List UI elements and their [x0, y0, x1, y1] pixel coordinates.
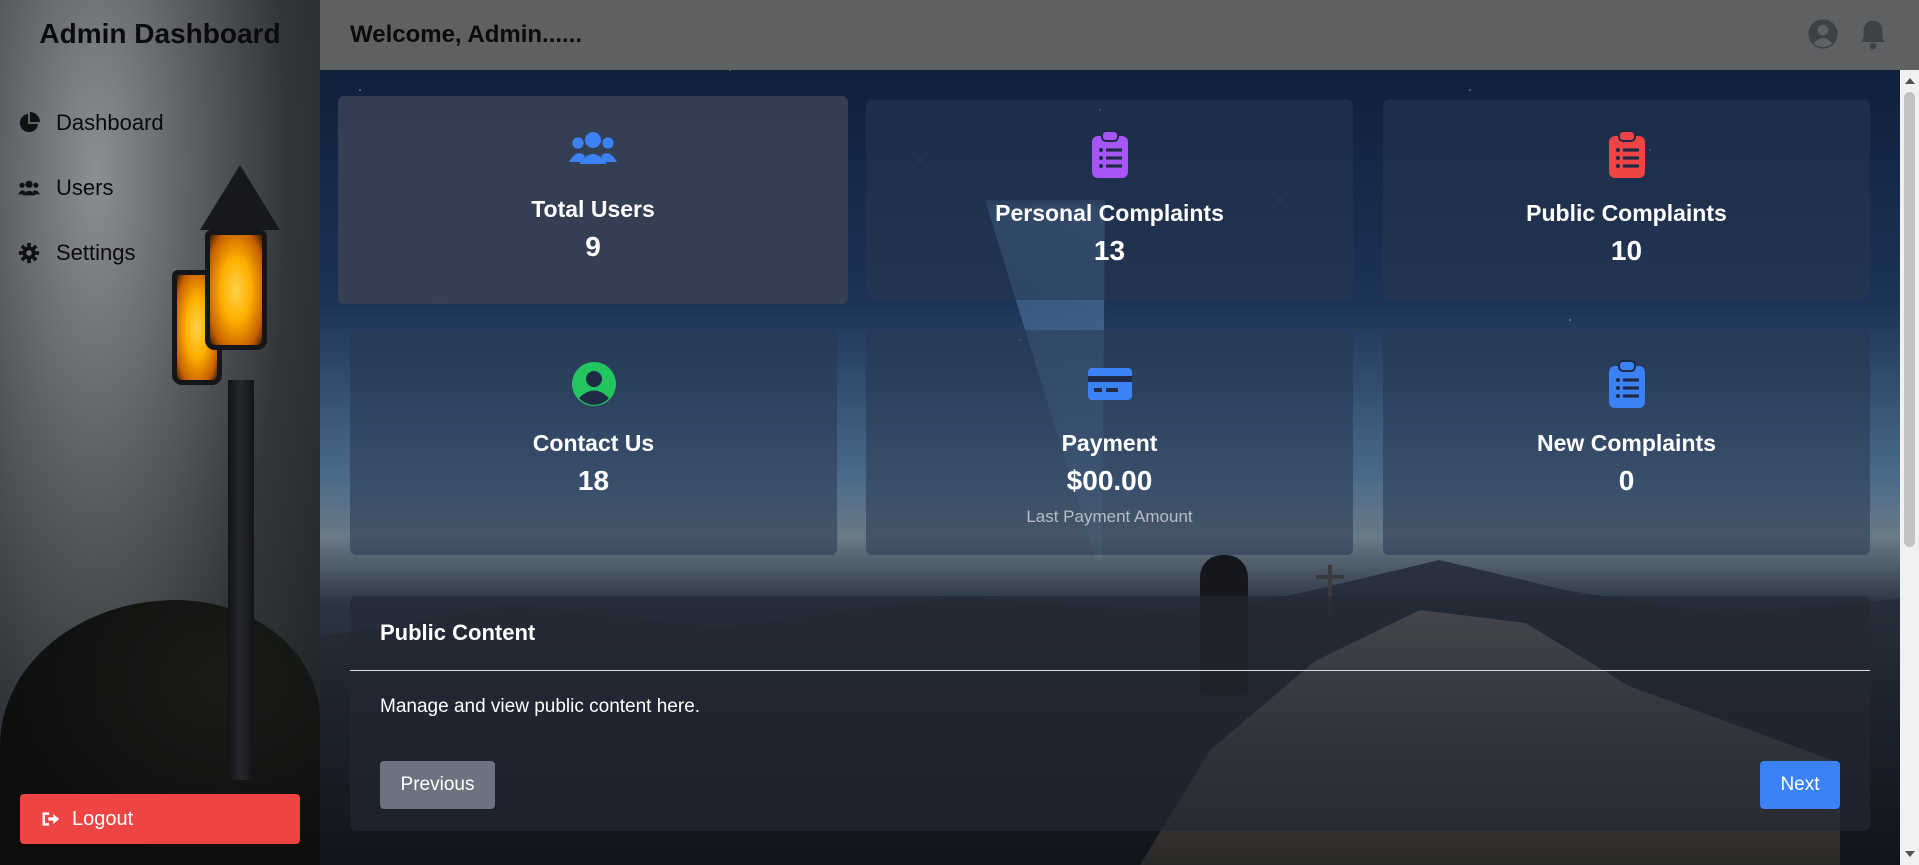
users-icon [18, 180, 40, 195]
top-header: Welcome, Admin...... [320, 0, 1919, 70]
card-value: 9 [585, 231, 601, 262]
clipboard-list-icon [1091, 130, 1128, 178]
card-value: 18 [577, 465, 610, 496]
sidebar-nav: Dashboard Users Settings [18, 90, 164, 285]
sidebar-item-dashboard[interactable]: Dashboard [18, 90, 164, 155]
panel-title: Public Content [380, 620, 536, 645]
scroll-up-arrow-icon[interactable] [1905, 78, 1915, 84]
sidebar-background-lamp-post [228, 380, 254, 780]
stat-card-contact-us[interactable]: Contact Us 18 [350, 330, 837, 555]
stat-card-personal-complaints[interactable]: Personal Complaints 13 [866, 100, 1353, 300]
scroll-down-arrow-icon[interactable] [1905, 851, 1915, 857]
credit-card-icon [1087, 368, 1132, 400]
clipboard-list-icon [1608, 360, 1645, 408]
sidebar-background-lamp-top [200, 165, 280, 230]
panel-description: Manage and view public content here. [380, 696, 701, 717]
card-value: $00.00 [1066, 465, 1153, 496]
card-title: Personal Complaints [995, 200, 1224, 226]
card-subtitle: Last Payment Amount [1026, 507, 1193, 526]
bell-icon[interactable] [1857, 18, 1889, 50]
sidebar-title: Admin Dashboard [39, 18, 281, 49]
public-content-panel: Public Content Manage and view public co… [350, 596, 1870, 831]
card-value: 13 [1093, 235, 1126, 266]
panel-divider [350, 670, 1870, 671]
sidebar-background-lamp [205, 230, 267, 350]
header-icons [1807, 18, 1889, 50]
chart-pie-icon [19, 111, 40, 132]
card-title: New Complaints [1537, 430, 1716, 456]
sidebar-item-label: Users [56, 174, 114, 200]
sign-out-icon [42, 812, 60, 826]
gear-icon [18, 242, 40, 263]
card-title: Contact Us [532, 430, 655, 456]
stat-card-new-complaints[interactable]: New Complaints 0 [1383, 330, 1870, 555]
stat-card-payment[interactable]: Payment $00.00 Last Payment Amount [866, 330, 1353, 555]
sidebar-item-label: Dashboard [56, 109, 164, 135]
sidebar-item-settings[interactable]: Settings [18, 220, 164, 285]
sidebar: Admin Dashboard Dashboard Users Settings… [0, 0, 320, 865]
vertical-scrollbar[interactable] [1900, 70, 1919, 865]
users-icon [569, 132, 617, 164]
user-circle-icon [571, 362, 616, 406]
next-button[interactable]: Next [1760, 761, 1840, 809]
previous-button[interactable]: Previous [380, 761, 495, 809]
card-title: Payment [1061, 430, 1158, 456]
stat-card-total-users[interactable]: Total Users 9 [338, 96, 848, 304]
user-circle-icon[interactable] [1807, 18, 1839, 50]
stat-card-public-complaints[interactable]: Public Complaints 10 [1383, 100, 1870, 300]
card-value: 10 [1610, 235, 1643, 266]
welcome-text: Welcome, Admin...... [350, 21, 583, 48]
scrollbar-thumb[interactable] [1904, 92, 1915, 547]
logout-button[interactable]: Logout [20, 794, 300, 844]
clipboard-list-icon [1608, 130, 1645, 178]
logout-label: Logout [72, 807, 134, 830]
sidebar-item-label: Settings [56, 239, 136, 265]
card-title: Public Complaints [1526, 200, 1727, 226]
sidebar-item-users[interactable]: Users [18, 155, 164, 220]
card-title: Total Users [531, 196, 655, 222]
card-value: 0 [1618, 465, 1635, 496]
